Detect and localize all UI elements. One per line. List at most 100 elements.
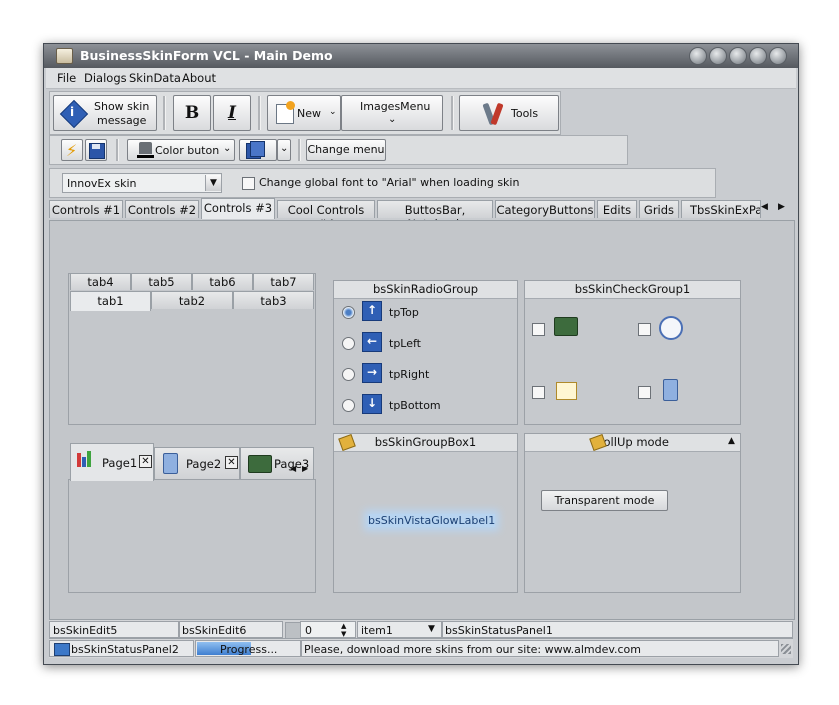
radio-tpright-label: tpRight [389, 368, 430, 381]
tab-controls-2[interactable]: Controls #2 [125, 200, 199, 218]
color-button[interactable]: Color buton ⌄ [127, 139, 235, 161]
toolbar-separator [298, 139, 301, 161]
page-scroll-left-icon[interactable]: ◀ [290, 464, 296, 473]
spin-edit[interactable]: 0 ▲ ▼ [300, 621, 356, 638]
skin-edit-6[interactable]: bsSkinEdit6 [179, 621, 283, 638]
tab4[interactable]: tab4 [70, 273, 131, 290]
close-icon[interactable]: ✕ [225, 456, 238, 469]
status-combo[interactable]: item1 ▼ [357, 621, 442, 638]
app-icon[interactable] [56, 48, 73, 64]
tab-skin-expanel[interactable]: TbsSkinExPan [681, 200, 761, 218]
main-tabs: Controls #1 Controls #2 Controls #3 Cool… [49, 198, 793, 231]
spin-edit-value: 0 [305, 624, 312, 637]
page2-tab[interactable]: Page2 ✕ [154, 447, 240, 479]
check-window[interactable] [532, 386, 545, 399]
toolbar-separator [163, 96, 166, 130]
rollup-button[interactable] [709, 47, 727, 65]
tools-button[interactable]: Tools [459, 95, 559, 131]
chevron-down-icon[interactable]: ▼ [205, 175, 221, 191]
show-skin-message-button[interactable]: i Show skin message [53, 95, 157, 131]
maximize-button[interactable] [749, 47, 767, 65]
lightning-button[interactable]: ⚡ [61, 139, 83, 161]
show-skin-label-line1: Show skin [94, 100, 150, 113]
chevron-down-icon[interactable]: ▼ [428, 624, 435, 634]
rollup-toggle-icon[interactable]: ▲ [728, 436, 735, 446]
radio-tptop[interactable] [342, 306, 355, 319]
new-button[interactable]: New ⌄ [267, 95, 341, 131]
check-camera[interactable] [532, 323, 545, 336]
images-menu-label: ImagesMenu [360, 100, 431, 113]
tab-edits[interactable]: Edits [597, 200, 637, 218]
calculator-icon [163, 453, 178, 474]
transparent-mode-button[interactable]: Transparent mode [541, 490, 668, 511]
title-bar[interactable]: BusinessSkinForm VCL - Main Demo [44, 44, 798, 68]
radio-tpbottom[interactable] [342, 399, 355, 412]
tools-label: Tools [511, 107, 539, 120]
radio-tpright[interactable] [342, 368, 355, 381]
page1-label: Page1 [102, 456, 138, 470]
tab-cool-controls-4[interactable]: Cool Controls #4 [277, 200, 375, 231]
tabs-scroll-left-icon[interactable]: ◀ [761, 202, 768, 212]
main-window: BusinessSkinForm VCL - Main Demo File Di… [43, 43, 799, 665]
menu-dialogs[interactable]: Dialogs [84, 71, 127, 85]
tab2[interactable]: tab2 [151, 291, 233, 309]
skin-edit-5[interactable]: bsSkinEdit5 [49, 621, 179, 638]
rollup-header[interactable]: RollUp mode [525, 434, 740, 452]
bold-button[interactable]: B [173, 95, 211, 131]
tabs-scroll-right-icon[interactable]: ▶ [778, 202, 785, 212]
close-icon[interactable]: ✕ [139, 455, 152, 468]
tab1[interactable]: tab1 [70, 291, 151, 311]
menu-about[interactable]: About [182, 71, 216, 85]
resize-grip-icon[interactable] [781, 644, 791, 654]
spin-arrows-icon[interactable]: ▲ ▼ [341, 622, 346, 638]
tab-category-buttons[interactable]: CategoryButtons [495, 200, 595, 218]
new-label: New [297, 107, 321, 120]
skin-select-value: InnovEx skin [67, 177, 137, 190]
status-panel-2: bsSkinStatusPanel2 [49, 640, 194, 657]
skin-select[interactable]: InnovEx skin ▼ [62, 173, 222, 193]
progress-bar: Progress... [195, 640, 301, 657]
radio-tptop-label: tpTop [389, 306, 419, 319]
page-scroll-right-icon[interactable]: ▶ [302, 464, 308, 473]
images-menu-button[interactable]: ImagesMenu ⌄ [341, 95, 443, 131]
check-clock[interactable] [638, 323, 651, 336]
tab5[interactable]: tab5 [131, 273, 192, 290]
files-dropdown-button[interactable]: ⌄ [277, 139, 291, 161]
skin-options-bar: InnovEx skin ▼ Change global font to "Ar… [49, 168, 716, 198]
group-box: bsSkinGroupBox1 bsSkinVistaGlowLabel1 [333, 433, 518, 593]
italic-button[interactable]: I [213, 95, 251, 131]
menu-file[interactable]: File [57, 71, 76, 85]
tabset-row1: tab4 tab5 tab6 tab7 [70, 273, 314, 291]
monitor-icon [54, 643, 70, 656]
check-group-title: bsSkinCheckGroup1 [525, 281, 740, 299]
minimize-button[interactable] [729, 47, 747, 65]
page-control [68, 479, 316, 593]
clock-icon [659, 316, 683, 340]
tab-buttonsbar-notebook[interactable]: ButtosBar, Notebook [377, 200, 493, 231]
tab-grids[interactable]: Grids [639, 200, 679, 218]
change-menu-button[interactable]: Change menu [306, 139, 386, 161]
menu-skindata[interactable]: SkinData [129, 71, 181, 85]
skin-edit-6-value: bsSkinEdit6 [182, 624, 247, 637]
tab7[interactable]: tab7 [253, 273, 314, 290]
tab3[interactable]: tab3 [233, 291, 314, 309]
radio-tpleft[interactable] [342, 337, 355, 350]
help-button[interactable] [689, 47, 707, 65]
vista-glow-label: bsSkinVistaGlowLabel1 [368, 514, 496, 527]
toolbar-separator [258, 96, 261, 130]
save-button[interactable] [85, 139, 107, 161]
toolbar-secondary: ⚡ Color buton ⌄ ⌄ Change menu [49, 135, 628, 165]
global-font-checkbox[interactable] [242, 177, 255, 190]
files-button[interactable] [239, 139, 277, 161]
tab-controls-3[interactable]: Controls #3 [201, 198, 275, 219]
check-calculator[interactable] [638, 386, 651, 399]
controls3-page: tab4 tab5 tab6 tab7 tab1 tab2 tab3 Page1… [49, 220, 795, 620]
page1-tab[interactable]: Page1 ✕ [70, 443, 154, 481]
arrow-down-icon: ↓ [362, 394, 382, 414]
tab-controls-1[interactable]: Controls #1 [49, 200, 123, 218]
chevron-down-icon: ⌄ [223, 143, 232, 154]
radio-group-title: bsSkinRadioGroup [334, 281, 517, 299]
tab6[interactable]: tab6 [192, 273, 253, 290]
close-button[interactable] [769, 47, 787, 65]
toolbar-separator [116, 139, 119, 161]
